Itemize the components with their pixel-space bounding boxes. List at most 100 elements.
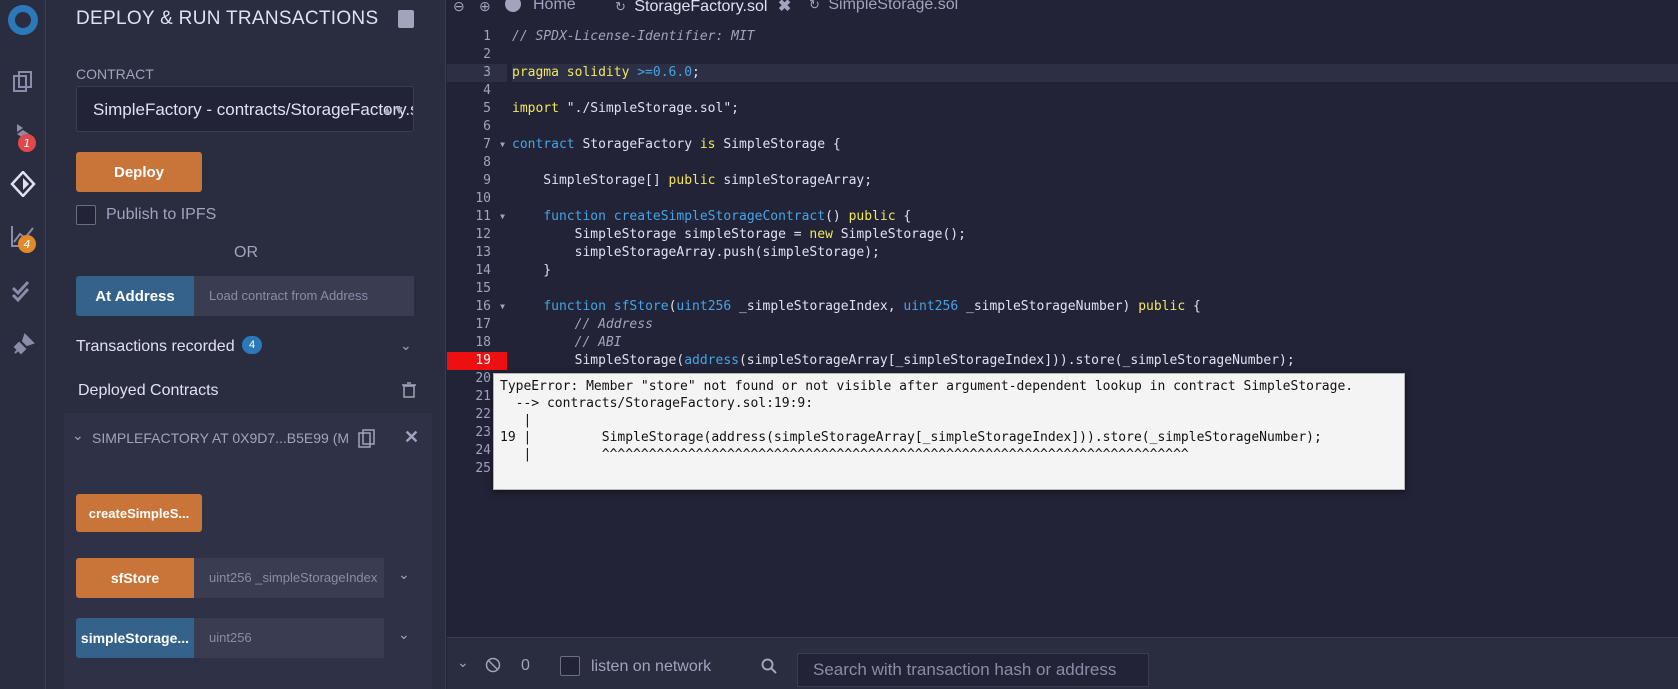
error-spacer: | [500, 413, 532, 428]
transaction-search-input[interactable]: Search with transaction hash or address [797, 653, 1149, 687]
code-content[interactable]: // SPDX-License-Identifier: MIT pragma s… [512, 28, 1678, 370]
instance-chevron-down-icon[interactable]: ⌄ [72, 427, 84, 444]
create-simple-storage-button[interactable]: createSimpleS... [76, 494, 202, 532]
close-tab-icon[interactable]: ✖ [778, 0, 791, 15]
code-line: import "./SimpleStorage.sol"; [512, 101, 739, 116]
close-instance-icon[interactable]: ✕ [404, 427, 419, 448]
code-line: SimpleStorage simpleStorage = new Simple… [512, 227, 966, 242]
line-number: 6 [483, 119, 491, 134]
publish-ipfs-label: Publish to IPFS [106, 206, 217, 223]
array-chevron-down-icon[interactable]: ⌄ [398, 626, 410, 643]
clear-console-icon[interactable] [485, 657, 501, 678]
line-number: 4 [483, 83, 491, 98]
line-number: 7 ▼ [483, 136, 505, 154]
deploy-button[interactable]: Deploy [76, 152, 202, 192]
at-address-input[interactable]: Load contract from Address [194, 276, 414, 316]
tab-home[interactable]: Home [533, 0, 576, 14]
copy-icon[interactable] [358, 429, 376, 454]
contract-select[interactable]: SimpleFactory - contracts/StorageFactory… [76, 86, 414, 132]
icon-sidebar: 1 4 [0, 0, 46, 689]
analysis-badge: 4 [18, 235, 36, 253]
error-line-number[interactable]: 19 [447, 352, 507, 370]
error-caret-line: | ^^^^^^^^^^^^^^^^^^^^^^^^^^^^^^^^^^^^^^… [500, 447, 1189, 462]
simple-storage-array-input[interactable]: uint256 [194, 618, 384, 658]
tab-storage-factory[interactable]: ↻ StorageFactory.sol ✖ [615, 0, 791, 16]
simple-storage-array-button[interactable]: simpleStorage... [76, 618, 194, 658]
line-number: 17 [475, 317, 491, 332]
editor-tabs: ⊖ ⊕ Home ↻ StorageFactory.sol ✖ ↻ Simple… [447, 0, 1678, 16]
code-line: function sfStore(uint256 _simpleStorageI… [543, 299, 1201, 314]
tab-simple-storage-label: SimpleStorage.sol [828, 0, 959, 13]
transactions-chevron-down-icon[interactable]: ⌄ [400, 337, 412, 354]
sfstore-button[interactable]: sfStore [76, 558, 194, 598]
home-tab-icon [505, 0, 521, 12]
listen-network-checkbox[interactable] [560, 656, 580, 676]
error-tooltip: TypeError: Member "store" not found or n… [493, 373, 1405, 490]
transactions-recorded-label[interactable]: Transactions recorded [76, 338, 235, 356]
line-number: 1 [483, 29, 491, 44]
error-source-line: 19 | SimpleStorage(address(simpleStorage… [500, 430, 1322, 445]
error-location: --> contracts/StorageFactory.sol:19:9: [500, 396, 814, 411]
code-line: pragma solidity >=0.6.0; [512, 64, 1678, 82]
line-number: 12 [475, 227, 491, 242]
fold-arrow-icon[interactable]: ▼ [500, 298, 505, 316]
code-line: SimpleStorage[] public simpleStorageArra… [512, 173, 873, 188]
zoom-in-icon[interactable]: ⊕ [479, 0, 491, 15]
sfstore-input[interactable]: uint256 _simpleStorageIndex [194, 558, 384, 598]
documentation-icon[interactable] [398, 10, 414, 28]
transactions-count-badge: 4 [242, 336, 262, 354]
code-line: SimpleStorage(address(simpleStorageArray… [512, 353, 1295, 368]
deployed-instance: ⌄ SIMPLEFACTORY AT 0X9D7...B5E99 (M ✕ cr… [64, 413, 432, 689]
search-icon [761, 658, 777, 679]
contract-label: CONTRACT [76, 66, 154, 82]
tab-simple-storage[interactable]: ↻ SimpleStorage.sol [809, 0, 958, 14]
remix-logo-icon[interactable] [0, 0, 46, 40]
line-number: 9 [483, 173, 491, 188]
file-explorer-icon[interactable] [0, 62, 46, 102]
panel-title: DEPLOY & RUN TRANSACTIONS [76, 8, 379, 29]
pending-tx-count: 0 [521, 657, 530, 674]
fold-arrow-icon[interactable]: ▼ [500, 208, 505, 226]
collapse-terminal-icon[interactable]: ⌄ [457, 654, 469, 671]
contract-select-value: SimpleFactory - contracts/StorageFactory… [93, 100, 414, 119]
line-number: 14 [475, 263, 491, 278]
test-check-icon[interactable] [0, 270, 46, 310]
code-line: // Address [574, 317, 653, 332]
code-editor: ⊖ ⊕ Home ↻ StorageFactory.sol ✖ ↻ Simple… [447, 0, 1678, 689]
solidity-file-icon: ↻ [809, 0, 820, 12]
line-number: 11 ▼ [475, 208, 505, 226]
trash-icon[interactable] [402, 382, 416, 403]
at-address-button[interactable]: At Address [76, 276, 194, 316]
plugin-manager-icon[interactable] [0, 325, 46, 365]
compiler-error-badge: 1 [18, 134, 36, 152]
code-line: function createSimpleStorageContract() p… [543, 209, 912, 224]
deployed-contracts-label: Deployed Contracts [78, 382, 219, 399]
code-line: simpleStorageArray.push(simpleStorage); [512, 245, 880, 260]
sfstore-chevron-down-icon[interactable]: ⌄ [398, 566, 410, 583]
tab-storage-factory-label: StorageFactory.sol [634, 0, 768, 15]
error-message: TypeError: Member "store" not found or n… [500, 379, 1354, 394]
code-line: contract StorageFactory is SimpleStorage… [512, 137, 841, 152]
deploy-panel: DEPLOY & RUN TRANSACTIONS CONTRACT Simpl… [46, 0, 446, 689]
terminal-bar: ⌄ 0 listen on network Search with transa… [447, 637, 1678, 689]
code-line: // ABI [574, 335, 622, 350]
line-number: 2 [483, 47, 491, 62]
line-number: 8 [483, 155, 491, 170]
select-arrows-icon: ▲▼ [381, 103, 405, 117]
code-line: // SPDX-License-Identifier: MIT [512, 29, 755, 44]
deploy-run-icon[interactable] [0, 164, 46, 204]
zoom-out-icon[interactable]: ⊖ [453, 0, 465, 15]
listen-network-label: listen on network [591, 658, 712, 675]
line-number: 5 [483, 101, 491, 116]
line-number: 16 ▼ [475, 298, 505, 316]
line-number: 15 [475, 281, 491, 296]
publish-ipfs-checkbox[interactable] [76, 205, 96, 225]
line-number: 3 [447, 64, 507, 82]
fold-arrow-icon[interactable]: ▼ [500, 136, 505, 154]
